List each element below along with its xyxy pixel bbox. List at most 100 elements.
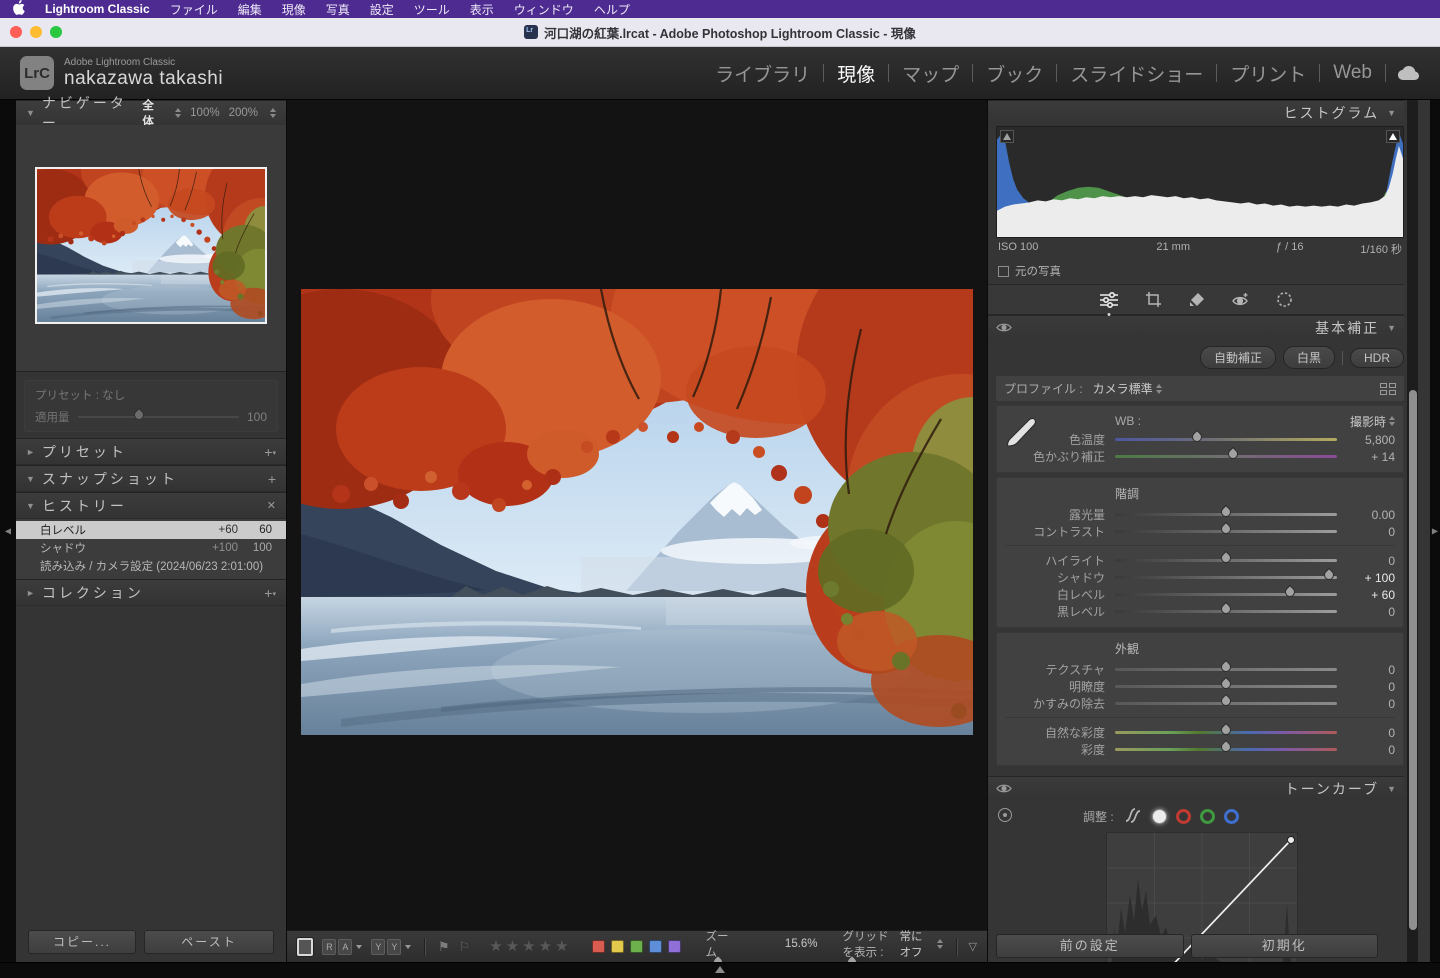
module-book[interactable]: ブック bbox=[973, 60, 1056, 87]
spinner-icon[interactable] bbox=[1389, 416, 1395, 426]
parametric-curve-icon[interactable] bbox=[1123, 806, 1143, 826]
red-channel-icon[interactable] bbox=[1175, 808, 1191, 824]
target-adjustment-icon[interactable] bbox=[998, 808, 1012, 822]
masking-tool-icon[interactable] bbox=[1276, 291, 1293, 308]
toolbar-options-icon[interactable]: ▽ bbox=[969, 940, 977, 953]
navigator-preview[interactable] bbox=[16, 125, 286, 372]
paste-button[interactable]: ペースト bbox=[144, 930, 274, 954]
collections-section-header[interactable]: ► コレクション +▾ bbox=[16, 579, 286, 606]
copy-button[interactable]: コピー... bbox=[28, 930, 136, 954]
whites-slider[interactable] bbox=[1115, 584, 1337, 600]
highlights-slider[interactable] bbox=[1115, 550, 1337, 566]
previous-settings-button[interactable]: 前の設定 bbox=[996, 934, 1184, 958]
red-eye-tool-icon[interactable] bbox=[1231, 292, 1250, 307]
profile-browser-icon[interactable] bbox=[1380, 382, 1396, 395]
module-develop[interactable]: 現像 bbox=[824, 60, 888, 87]
disclosure-down-icon[interactable]: ▼ bbox=[1387, 784, 1396, 794]
right-panel-scrollbar[interactable] bbox=[1407, 100, 1418, 962]
crop-tool-icon[interactable] bbox=[1145, 291, 1162, 308]
menu-help[interactable]: ヘルプ bbox=[594, 1, 630, 18]
menu-file[interactable]: ファイル bbox=[170, 1, 218, 18]
expand-filmstrip-icon[interactable] bbox=[715, 966, 725, 973]
disclosure-down-icon[interactable]: ▼ bbox=[26, 501, 35, 511]
panel-visibility-eye-icon[interactable] bbox=[996, 783, 1012, 794]
disclosure-right-icon[interactable]: ► bbox=[26, 447, 35, 457]
clarity-slider[interactable] bbox=[1115, 676, 1337, 692]
yellow-label-chip[interactable] bbox=[610, 940, 624, 953]
add-preset-icon[interactable]: +▾ bbox=[264, 444, 276, 460]
green-label-chip[interactable] bbox=[629, 940, 643, 953]
exposure-value[interactable]: 0.00 bbox=[1337, 508, 1395, 522]
menu-window[interactable]: ウィンドウ bbox=[514, 1, 574, 18]
temp-slider[interactable] bbox=[1115, 429, 1337, 445]
profile-value[interactable]: カメラ標準 bbox=[1093, 380, 1153, 397]
history-item[interactable]: 読み込み / カメラ設定 (2024/06/23 2:01:00) bbox=[16, 557, 286, 575]
histogram[interactable] bbox=[996, 126, 1404, 238]
wb-eyedropper-icon[interactable] bbox=[1003, 416, 1037, 453]
amount-slider[interactable] bbox=[77, 407, 239, 423]
saturation-slider[interactable] bbox=[1115, 739, 1337, 755]
spinner-icon[interactable] bbox=[270, 108, 276, 118]
navigator-thumbnail[interactable] bbox=[35, 167, 267, 324]
blue-label-chip[interactable] bbox=[648, 940, 662, 953]
healing-tool-icon[interactable] bbox=[1188, 292, 1205, 307]
minimize-window-button[interactable] bbox=[30, 26, 42, 38]
flag-pick-icon[interactable]: ⚑ bbox=[438, 939, 450, 955]
temp-value[interactable]: 5,800 bbox=[1337, 433, 1395, 447]
menu-edit[interactable]: 編集 bbox=[238, 1, 262, 18]
cloud-sync-icon[interactable] bbox=[1396, 65, 1420, 81]
contrast-value[interactable]: 0 bbox=[1337, 525, 1395, 539]
purple-label-chip[interactable] bbox=[667, 940, 681, 953]
right-panel-collapse-strip[interactable]: ▶ bbox=[1430, 100, 1440, 962]
basic-edit-tool-icon[interactable] bbox=[1099, 291, 1119, 308]
texture-value[interactable]: 0 bbox=[1337, 663, 1395, 677]
zoom-window-button[interactable] bbox=[50, 26, 62, 38]
add-snapshot-icon[interactable]: + bbox=[268, 471, 276, 487]
snapshots-section-header[interactable]: ▼ スナップショット + bbox=[16, 465, 286, 492]
navigator-zoom-100[interactable]: 100% bbox=[190, 107, 219, 119]
module-web[interactable]: Web bbox=[1320, 62, 1385, 84]
disclosure-down-icon[interactable]: ▼ bbox=[1387, 108, 1396, 118]
disclosure-down-icon[interactable]: ▼ bbox=[26, 474, 35, 484]
spinner-icon[interactable] bbox=[936, 939, 943, 949]
photo-autumn-fuji-lake[interactable] bbox=[301, 289, 973, 735]
module-map[interactable]: マップ bbox=[889, 60, 972, 87]
exposure-slider[interactable] bbox=[1115, 504, 1337, 520]
dehaze-value[interactable]: 0 bbox=[1337, 697, 1395, 711]
menu-settings[interactable]: 設定 bbox=[370, 1, 394, 18]
module-print[interactable]: プリント bbox=[1217, 60, 1319, 87]
left-panel-collapse-strip[interactable]: ◀ bbox=[0, 100, 16, 962]
auto-tone-button[interactable]: 自動補正 bbox=[1199, 346, 1276, 369]
green-channel-icon[interactable] bbox=[1199, 808, 1215, 824]
blacks-slider[interactable] bbox=[1115, 601, 1337, 617]
menu-view[interactable]: 表示 bbox=[470, 1, 494, 18]
bw-button[interactable]: 白黒 bbox=[1282, 346, 1335, 369]
before-after-view-icon[interactable]: RA bbox=[322, 938, 363, 955]
add-collection-icon[interactable]: +▾ bbox=[264, 585, 276, 601]
whites-value[interactable]: + 60 bbox=[1337, 588, 1395, 602]
panel-visibility-eye-icon[interactable] bbox=[996, 322, 1012, 333]
hdr-button[interactable]: HDR bbox=[1350, 347, 1404, 368]
vibrance-slider[interactable] bbox=[1115, 722, 1337, 738]
blue-channel-icon[interactable] bbox=[1223, 808, 1239, 824]
collapse-left-icon[interactable]: ◀ bbox=[5, 527, 11, 536]
highlight-clipping-indicator[interactable] bbox=[1386, 130, 1400, 143]
red-label-chip[interactable] bbox=[591, 940, 605, 953]
original-photo-checkbox[interactable] bbox=[998, 265, 1009, 277]
scrollbar-thumb[interactable] bbox=[1408, 390, 1417, 930]
module-slideshow[interactable]: スライドショー bbox=[1057, 60, 1216, 87]
menu-tools[interactable]: ツール bbox=[414, 1, 450, 18]
disclosure-right-icon[interactable]: ► bbox=[26, 588, 35, 598]
shadows-value[interactable]: + 100 bbox=[1337, 571, 1395, 585]
shadows-slider[interactable] bbox=[1115, 567, 1337, 583]
saturation-value[interactable]: 0 bbox=[1337, 743, 1395, 757]
blacks-value[interactable]: 0 bbox=[1337, 605, 1395, 619]
highlights-value[interactable]: 0 bbox=[1337, 554, 1395, 568]
close-window-button[interactable] bbox=[10, 26, 22, 38]
clarity-value[interactable]: 0 bbox=[1337, 680, 1395, 694]
point-curve-channel-icon[interactable] bbox=[1151, 808, 1167, 824]
wb-value[interactable]: 撮影時 bbox=[1350, 413, 1386, 430]
apple-menu[interactable] bbox=[12, 0, 25, 18]
flag-reject-icon[interactable]: ⚐ bbox=[459, 939, 471, 955]
vibrance-value[interactable]: 0 bbox=[1337, 726, 1395, 740]
